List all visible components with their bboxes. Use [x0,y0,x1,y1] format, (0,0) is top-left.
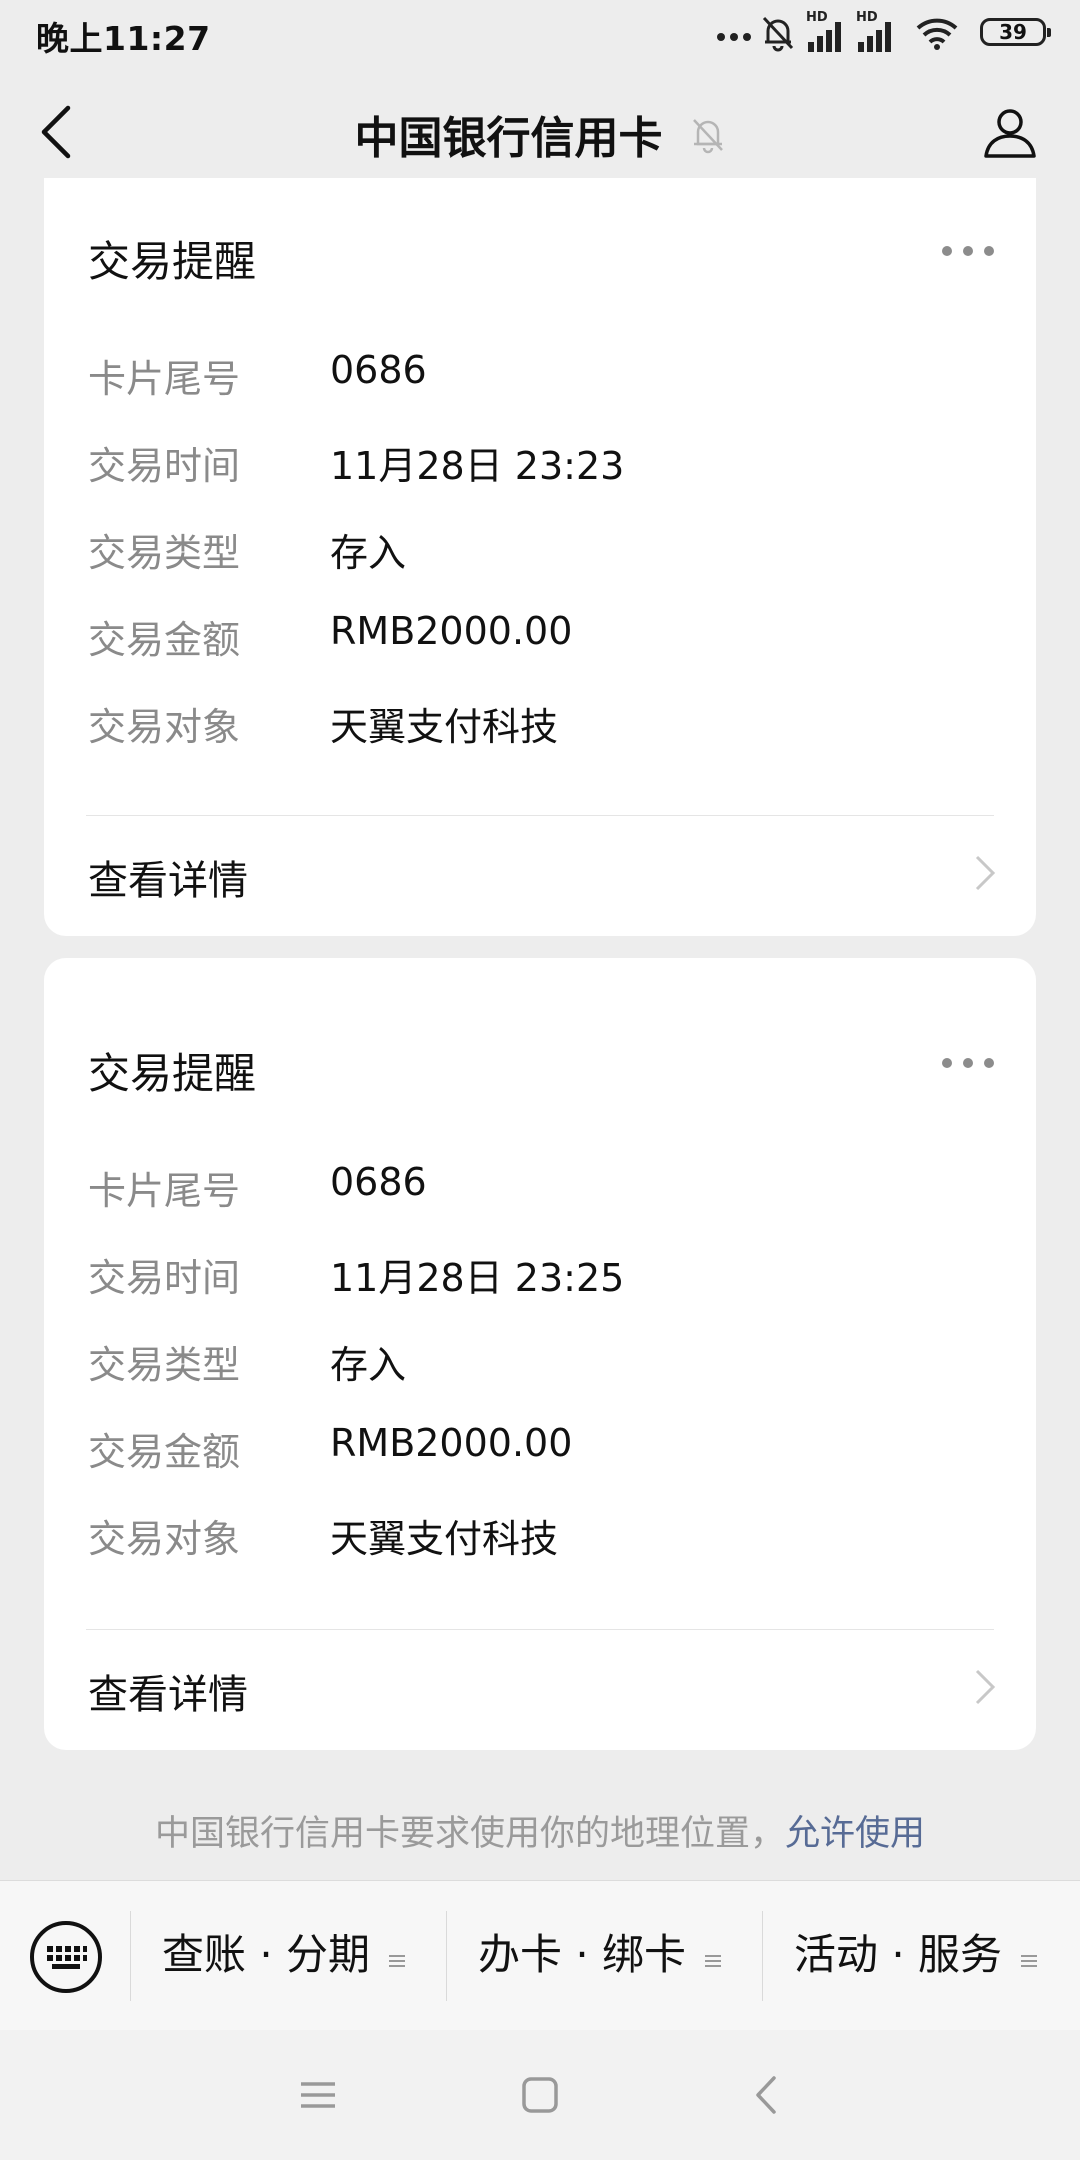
title-wrap: 中国银行信用卡 [0,102,1080,166]
field-value: 存入 [330,531,407,575]
field-label: 交易时间 [88,444,241,488]
card-title: 交易提醒 [88,237,257,286]
submenu-icon [389,1954,406,1967]
location-permission-notice: 中国银行信用卡要求使用你的地理位置，允许使用 [0,1805,1080,1856]
status-bar: 晚上11:27 HD HD 39 [0,0,1080,66]
system-navigation-bar [0,2030,1080,2160]
view-details-label: 查看详情 [88,1672,248,1718]
transaction-card: 交易提醒 卡片尾号 0686 交易时间 11月28日 23:23 交易类型 存入… [44,178,1036,936]
menu-item-label: 办卡 · 绑卡 [478,1930,687,1979]
signal-1-icon: HD [806,10,850,52]
menu-item-billing[interactable]: 查账 · 分期 [162,1921,406,1991]
wifi-icon [916,18,958,50]
view-details-link[interactable]: 查看详情 [44,816,1036,916]
profile-icon[interactable] [982,104,1038,160]
field-time: 交易时间 11月28日 23:25 [88,1247,992,1334]
home-icon[interactable] [517,2072,563,2118]
chat-header: 中国银行信用卡 [0,66,1080,196]
keyboard-icon[interactable] [28,1919,104,1995]
menu-item-label: 活动 · 服务 [794,1930,1003,1979]
location-notice-text: 中国银行信用卡要求使用你的地理位置， [154,1814,785,1854]
card-title: 交易提醒 [88,1049,257,1098]
battery-level: 39 [999,20,1027,44]
battery-icon: 39 [980,18,1051,46]
field-value: 11月28日 23:23 [330,444,625,488]
more-options-icon[interactable] [942,246,994,258]
field-card-tail: 卡片尾号 0686 [88,348,992,435]
transaction-card: 交易提醒 卡片尾号 0686 交易时间 11月28日 23:25 交易类型 存入… [44,958,1036,1750]
field-value: RMB2000.00 [330,609,573,653]
view-details-link[interactable]: 查看详情 [44,1630,1036,1730]
field-label: 交易对象 [88,1517,241,1561]
field-label: 交易对象 [88,705,241,749]
page-title: 中国银行信用卡 [354,113,663,164]
menu-divider [762,1911,763,2001]
allow-location-link[interactable]: 允许使用 [785,1814,925,1854]
field-label: 交易时间 [88,1256,241,1300]
field-value: 天翼支付科技 [330,705,559,749]
chevron-right-icon [975,855,996,891]
more-options-icon[interactable] [942,1058,994,1070]
field-amount: 交易金额 RMB2000.00 [88,609,992,696]
field-label: 卡片尾号 [88,1169,241,1213]
field-amount: 交易金额 RMB2000.00 [88,1421,992,1508]
field-value: 11月28日 23:25 [330,1256,625,1300]
submenu-icon [1021,1954,1038,1967]
menu-item-card[interactable]: 办卡 · 绑卡 [478,1921,722,1991]
silent-mode-icon [762,16,794,52]
field-value: 0686 [330,348,427,392]
field-label: 交易类型 [88,531,241,575]
field-value: 0686 [330,1160,427,1204]
view-details-label: 查看详情 [88,858,248,904]
field-label: 交易金额 [88,618,241,662]
menu-divider [446,1911,447,2001]
recent-apps-icon[interactable] [295,2072,341,2118]
submenu-icon [705,1954,722,1967]
signal-2-icon: HD [856,10,900,52]
field-label: 交易金额 [88,1430,241,1474]
more-dots-icon [717,33,751,41]
status-icons: HD HD 39 [716,10,1051,56]
transaction-fields: 卡片尾号 0686 交易时间 11月28日 23:23 交易类型 存入 交易金额… [88,348,992,783]
field-label: 交易类型 [88,1343,241,1387]
system-back-icon[interactable] [744,2072,790,2118]
official-account-menu: 查账 · 分期 办卡 · 绑卡 活动 · 服务 [0,1880,1080,2030]
field-counterparty: 交易对象 天翼支付科技 [88,696,992,783]
field-time: 交易时间 11月28日 23:23 [88,435,992,522]
field-label: 卡片尾号 [88,357,241,401]
field-value: 天翼支付科技 [330,1517,559,1561]
field-value: RMB2000.00 [330,1421,573,1465]
field-value: 存入 [330,1343,407,1387]
field-type: 交易类型 存入 [88,1334,992,1421]
chevron-right-icon [975,1669,996,1705]
menu-divider [130,1911,131,2001]
field-counterparty: 交易对象 天翼支付科技 [88,1508,992,1595]
menu-item-activities[interactable]: 活动 · 服务 [794,1921,1038,1991]
status-time: 晚上11:27 [36,19,211,58]
field-type: 交易类型 存入 [88,522,992,609]
bell-muted-icon [692,119,723,154]
field-card-tail: 卡片尾号 0686 [88,1160,992,1247]
transaction-fields: 卡片尾号 0686 交易时间 11月28日 23:25 交易类型 存入 交易金额… [88,1160,992,1595]
menu-item-label: 查账 · 分期 [162,1930,371,1979]
